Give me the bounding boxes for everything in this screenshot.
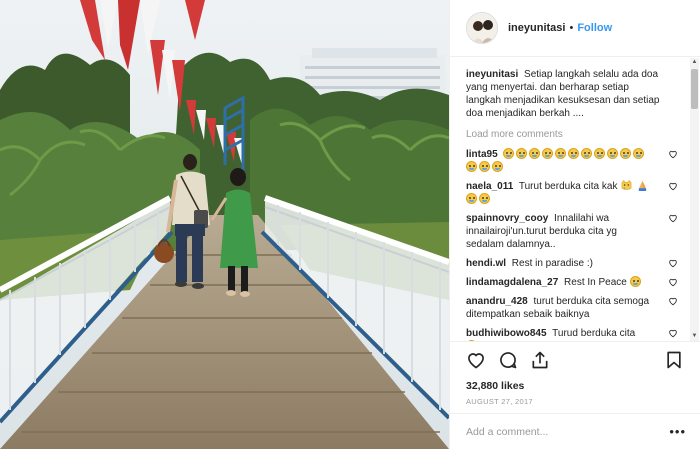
comment-item: linta95 [466, 148, 680, 174]
scroll-up-arrow-icon[interactable]: ▲ [690, 58, 699, 67]
comment-username[interactable]: linta95 [466, 149, 498, 160]
comment-username[interactable]: naela_011 [466, 181, 513, 192]
comment-heart-icon[interactable] [668, 258, 678, 268]
like-button[interactable] [466, 350, 486, 370]
comment-item: anandru_428 turut berduka cita semoga di… [466, 295, 680, 321]
share-button[interactable] [530, 350, 550, 370]
post-photo[interactable] [0, 0, 449, 449]
comment-text: Rest In Peace [564, 277, 627, 288]
action-bar [466, 348, 684, 372]
comment-username[interactable]: budhiwibowo845 [466, 328, 547, 339]
save-button[interactable] [664, 350, 684, 370]
scroll-down-arrow-icon[interactable]: ▼ [690, 332, 699, 341]
add-comment-input[interactable] [466, 425, 670, 438]
post-header: ineyunitasi • Follow [450, 0, 700, 57]
comment-heart-icon[interactable] [668, 296, 678, 306]
comment-heart-icon[interactable] [668, 181, 678, 191]
comment-item: lindamagdalena_27 Rest In Peace [466, 276, 680, 289]
crying-face-icon [516, 148, 528, 159]
crying-face-icon [633, 148, 645, 159]
follow-button[interactable]: Follow [577, 22, 612, 34]
comment-text: Turud berduka cita [552, 328, 636, 339]
crying-cat-icon [621, 180, 632, 190]
crying-face-icon [629, 276, 641, 287]
share-icon [532, 351, 548, 369]
bridge-photo-image [0, 0, 449, 449]
comment-heart-icon[interactable] [668, 213, 678, 223]
comment-username[interactable]: anandru_428 [466, 296, 528, 307]
comment-heart-icon[interactable] [668, 277, 678, 287]
crying-face-icon [555, 148, 567, 159]
add-comment-bar: ••• [450, 413, 700, 449]
crying-face-icon [542, 148, 554, 159]
post-actions-section: 32,880 likes AUGUST 27, 2017 [450, 341, 700, 413]
crying-face-icon [568, 148, 580, 159]
comment-username[interactable]: spainnovry_cooy [466, 213, 548, 224]
bookmark-icon [667, 351, 681, 369]
crying-face-icon [529, 148, 541, 159]
crying-face-icon [503, 148, 515, 159]
comments-scrollbar[interactable]: ▲ ▼ [690, 58, 699, 341]
crying-face-icon [607, 148, 619, 159]
crying-face-icon [581, 148, 593, 159]
heart-icon [468, 353, 484, 369]
crying-face-icon [620, 148, 632, 159]
comment-item: hendi.wl Rest in paradise :) [466, 257, 680, 270]
comment-heart-icon[interactable] [668, 328, 678, 338]
header-separator: • [569, 22, 574, 34]
comment-item: budhiwibowo845 Turud berduka cita [466, 327, 680, 341]
more-options-icon[interactable]: ••• [669, 424, 686, 439]
post-side-panel: ineyunitasi • Follow ineyunitasi Setiap … [449, 0, 700, 449]
crying-face-icon [492, 161, 503, 172]
caption-username[interactable]: ineyunitasi [466, 69, 518, 80]
scroll-thumb[interactable] [691, 69, 698, 109]
crying-face-icon [479, 193, 490, 204]
crying-face-icon [594, 148, 606, 159]
comment-button[interactable] [498, 350, 518, 370]
comment-text: Turut berduka cita kak [518, 181, 618, 192]
comment-text: Rest in paradise :) [511, 258, 593, 269]
crying-face-icon [479, 161, 490, 172]
comment-username[interactable]: hendi.wl [466, 258, 506, 269]
header-username[interactable]: ineyunitasi [508, 22, 565, 34]
praying-hands-icon [638, 180, 647, 191]
post-caption: ineyunitasi Setiap langkah selalu ada do… [466, 68, 680, 120]
avatar[interactable] [466, 12, 498, 44]
speech-bubble-icon [500, 352, 517, 369]
likes-count[interactable]: 32,880 likes [466, 380, 684, 392]
comment-username[interactable]: lindamagdalena_27 [466, 277, 558, 288]
comment-item: spainnovry_cooy Innalilahi wa innailairo… [466, 212, 680, 251]
comments-list[interactable]: ineyunitasi Setiap langkah selalu ada do… [450, 58, 690, 341]
load-more-comments-link[interactable]: Load more comments [466, 129, 680, 140]
post-date[interactable]: AUGUST 27, 2017 [466, 397, 684, 406]
comment-heart-icon[interactable] [668, 149, 678, 159]
crying-face-icon [466, 193, 477, 204]
comment-item: naela_011 Turut berduka cita kak [466, 180, 680, 206]
crying-face-icon [466, 161, 477, 172]
